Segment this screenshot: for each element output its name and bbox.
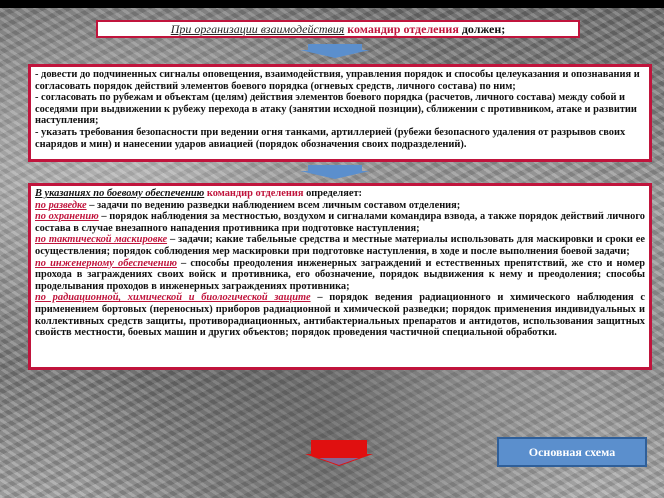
support-item: по разведке – задачи по ведению разведки…	[35, 200, 645, 212]
intro-text: В указаниях по боевому обеспечению	[35, 188, 205, 199]
arrow-down-red-icon[interactable]	[305, 440, 373, 466]
support-item-label: по инженерному обеспечению	[35, 257, 177, 269]
support-item: по радиационной, химической и биологичес…	[35, 292, 645, 338]
arrow-down-icon	[300, 44, 370, 58]
support-item-label: по радиационной, химической и биологичес…	[35, 292, 311, 304]
support-item: по охранению – порядок наблюдения за мес…	[35, 211, 645, 234]
support-panel: В указаниях по боевому обеспечению коман…	[28, 183, 652, 370]
support-item-text: – задачи по ведению разведки наблюдением…	[86, 199, 461, 211]
interaction-panel: - довести до подчиненных сигналы оповеще…	[28, 64, 652, 162]
panel1-line: - согласовать по рубежам и объектам (цел…	[35, 92, 637, 127]
top-bar	[0, 0, 664, 8]
panel2-intro: В указаниях по боевому обеспечению коман…	[35, 188, 645, 200]
support-item-label: по тактической маскировке	[35, 234, 168, 246]
title-part1: При организации взаимодействия	[170, 22, 345, 36]
support-item: по инженерному обеспечению – способы пре…	[35, 258, 645, 293]
support-item-text: – порядок наблюдения за местностью, возд…	[35, 211, 645, 234]
title-part3: должен;	[461, 22, 506, 36]
main-scheme-button[interactable]: Основная схема	[497, 437, 647, 467]
arrow-down-icon	[300, 165, 370, 179]
slide-title: При организации взаимодействия командир …	[96, 20, 580, 38]
panel1-line: - указать требования безопасности при ве…	[35, 126, 626, 150]
support-item-label: по охранению	[35, 211, 99, 223]
intro-commander: командир отделения	[206, 188, 304, 199]
panel1-line: - довести до подчиненных сигналы оповеще…	[35, 69, 640, 92]
title-part2: командир отделения	[347, 22, 459, 36]
intro-tail: определяет:	[306, 188, 363, 199]
support-item-label: по разведке	[35, 199, 87, 211]
support-item: по тактической маскировке – задачи; каки…	[35, 234, 645, 257]
